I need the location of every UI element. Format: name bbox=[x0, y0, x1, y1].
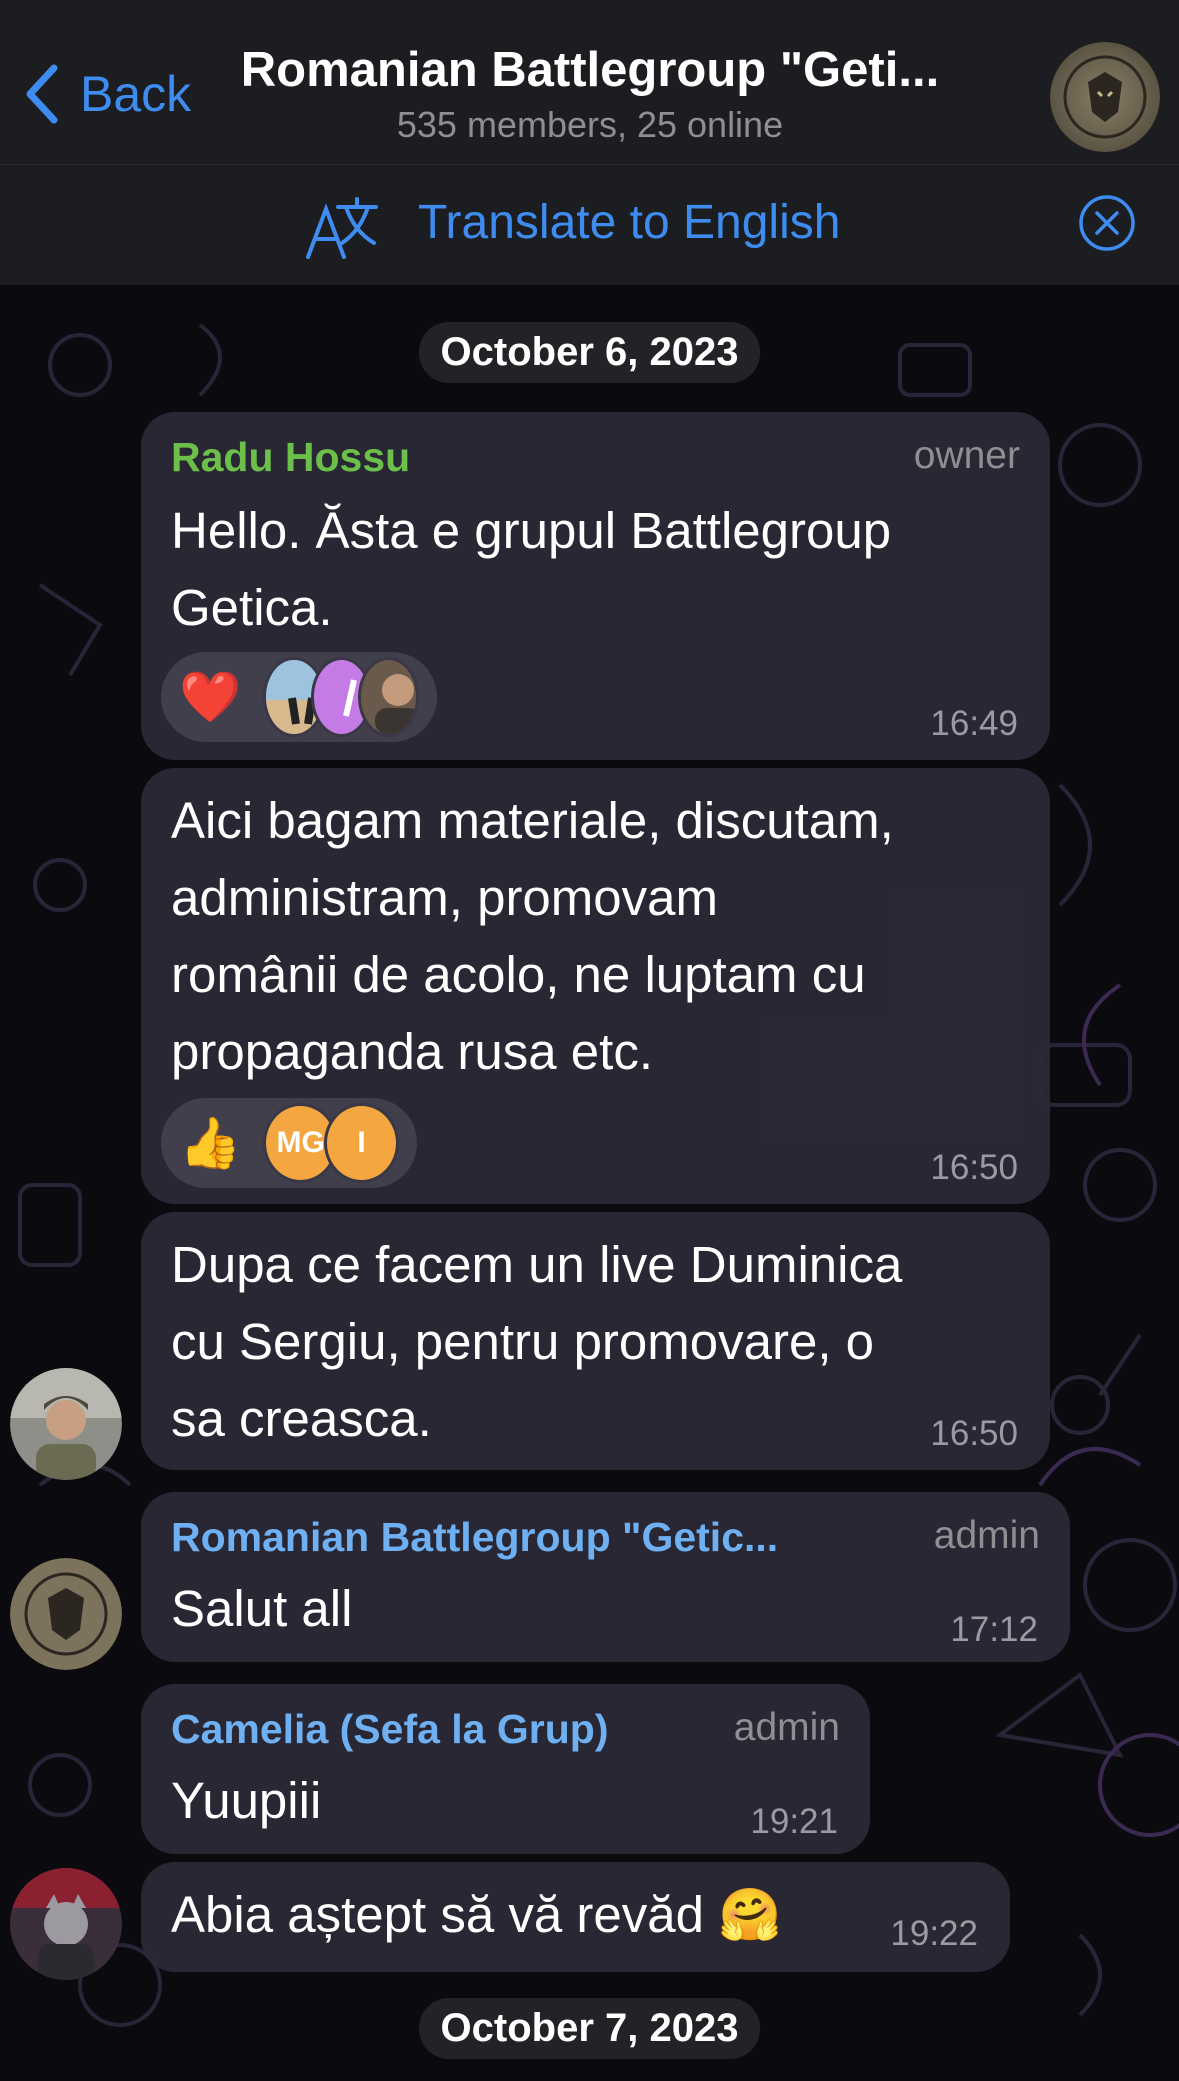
chevron-left-icon bbox=[26, 64, 58, 124]
translate-button[interactable]: Translate to English bbox=[418, 195, 840, 250]
reactions[interactable]: ❤️ bbox=[161, 652, 437, 742]
message-text: Yuupiii bbox=[171, 1772, 322, 1829]
message-bubble[interactable]: Camelia (Sefa la Grup) admin Yuupiii 19:… bbox=[141, 1684, 870, 1854]
translate-icon bbox=[306, 197, 378, 259]
message-time: 19:21 bbox=[750, 1802, 838, 1841]
chat-title[interactable]: Romanian Battlegroup "Geti... bbox=[200, 42, 980, 98]
message-time: 16:50 bbox=[930, 1414, 1018, 1453]
sender-name[interactable]: Camelia (Sefa la Grup) bbox=[171, 1706, 608, 1753]
role-badge: admin bbox=[933, 1514, 1040, 1557]
message-text: Salut all bbox=[171, 1580, 353, 1637]
sender-name[interactable]: Romanian Battlegroup "Getic... bbox=[171, 1514, 778, 1561]
message-time: 16:50 bbox=[930, 1148, 1018, 1187]
message-time: 16:49 bbox=[930, 704, 1018, 743]
message-bubble[interactable]: Romanian Battlegroup "Getic... admin Sal… bbox=[141, 1492, 1070, 1662]
avatar[interactable] bbox=[10, 1368, 122, 1480]
date-separator: October 6, 2023 bbox=[418, 322, 761, 383]
reactor-avatar bbox=[357, 657, 420, 737]
chat-subtitle: 535 members, 25 online bbox=[396, 104, 784, 145]
message-text: Hello. Ăsta e grupul Battlegroup Getica. bbox=[171, 502, 892, 636]
chat-header: Back Romanian Battlegroup "Geti... 535 m… bbox=[0, 0, 1179, 165]
message-bubble[interactable]: Dupa ce facem un live Duminica cu Sergiu… bbox=[141, 1212, 1050, 1470]
message-bubble[interactable]: Radu Hossu owner Hello. Ăsta e grupul Ba… bbox=[141, 412, 1050, 760]
heart-reaction: ❤️ bbox=[179, 668, 242, 725]
back-label: Back bbox=[80, 66, 192, 122]
date-separator: October 7, 2023 bbox=[418, 1998, 761, 2059]
avatar[interactable] bbox=[10, 1868, 122, 1980]
role-badge: admin bbox=[733, 1706, 840, 1749]
sender-name[interactable]: Radu Hossu bbox=[171, 434, 410, 481]
avatar[interactable] bbox=[10, 1558, 122, 1670]
thumbs-up-reaction: 👍 bbox=[179, 1114, 242, 1171]
back-button[interactable]: Back bbox=[22, 62, 191, 126]
translate-bar: Translate to English bbox=[0, 165, 1179, 285]
message-bubble[interactable]: Abia aștept să vă revăd 🤗 19:22 bbox=[141, 1862, 1010, 1972]
reactor-avatar: I bbox=[324, 1103, 399, 1183]
message-text: Abia aștept să vă revăd 🤗 bbox=[171, 1886, 782, 1943]
message-text: Aici bagam materiale, discutam, administ… bbox=[171, 792, 894, 1080]
reactions[interactable]: 👍 MG I bbox=[161, 1098, 417, 1188]
message-time: 19:22 bbox=[890, 1914, 978, 1953]
close-icon[interactable] bbox=[1078, 194, 1136, 252]
message-bubble[interactable]: Aici bagam materiale, discutam, administ… bbox=[141, 768, 1050, 1204]
role-badge: owner bbox=[913, 434, 1020, 477]
group-avatar[interactable] bbox=[1050, 42, 1160, 152]
message-text: Dupa ce facem un live Duminica cu Sergiu… bbox=[171, 1236, 903, 1447]
message-time: 17:12 bbox=[950, 1610, 1038, 1649]
